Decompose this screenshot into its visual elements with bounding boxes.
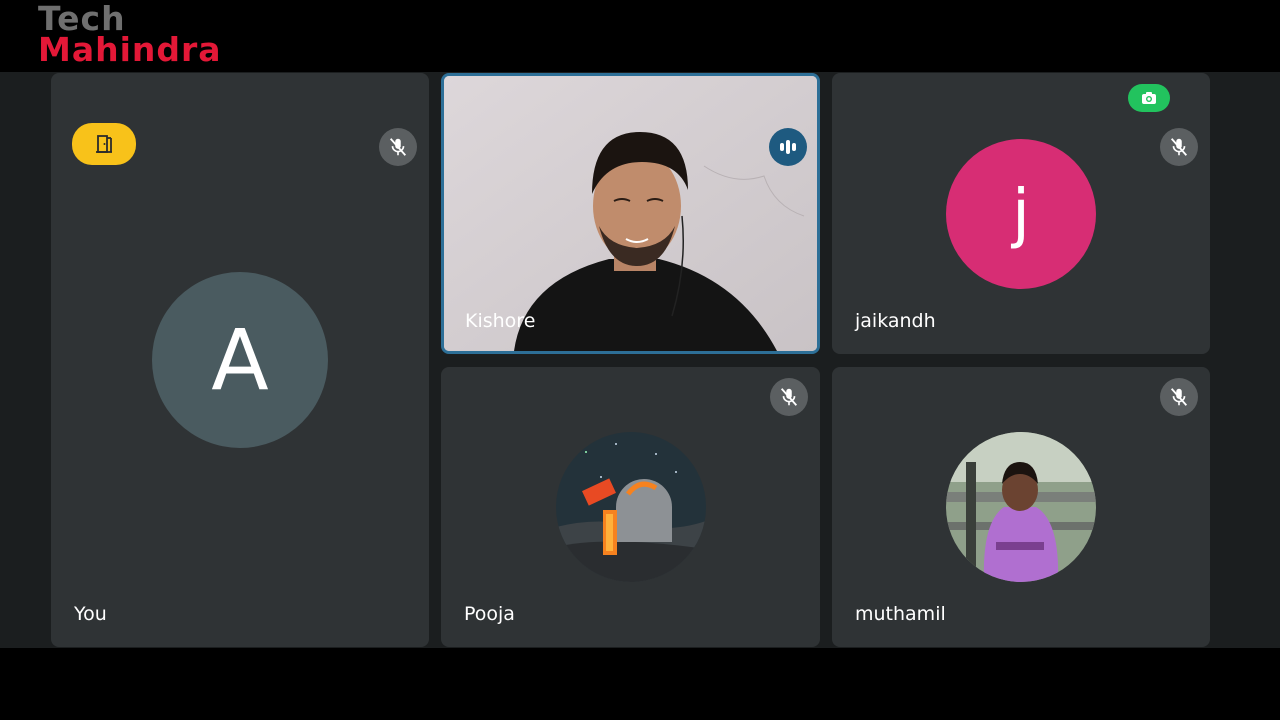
participant-name: You	[74, 603, 107, 625]
avatar: j	[946, 139, 1096, 289]
participant-tile-pooja[interactable]: Pooja	[441, 367, 820, 647]
participant-tile-you[interactable]: A You	[51, 73, 429, 647]
door-badge[interactable]	[72, 123, 136, 165]
mic-off-icon	[780, 388, 798, 406]
camera-icon	[1142, 92, 1156, 104]
participant-name: jaikandh	[855, 310, 936, 332]
mic-muted-button[interactable]	[1160, 378, 1198, 416]
camera-badge[interactable]	[1128, 84, 1170, 112]
profile-picture	[556, 432, 706, 582]
participant-name: Pooja	[464, 603, 515, 625]
avatar: A	[152, 272, 328, 448]
mic-off-icon	[1170, 138, 1188, 156]
participant-tile-muthamil[interactable]: muthamil	[832, 367, 1210, 647]
avatar-letter: A	[211, 311, 269, 409]
participant-grid: A You Kishore j jaikandh Pooja muthamil	[0, 72, 1280, 648]
participant-tile-kishore[interactable]: Kishore	[441, 73, 820, 354]
avatar-letter: j	[1012, 177, 1030, 251]
mic-off-icon	[1170, 388, 1188, 406]
mic-muted-button[interactable]	[1160, 128, 1198, 166]
tech-mahindra-logo: Tech Mahindra	[38, 2, 222, 66]
participant-name: muthamil	[855, 603, 946, 625]
speaking-indicator	[769, 128, 807, 166]
audio-wave-icon	[780, 140, 796, 154]
participant-tile-jaikandh[interactable]: j jaikandh	[832, 73, 1210, 354]
mic-muted-button[interactable]	[770, 378, 808, 416]
participant-name: Kishore	[465, 310, 536, 332]
video-call-screen: Tech Mahindra A You Kishore j jaikandh P…	[0, 0, 1280, 720]
mic-off-icon	[389, 138, 407, 156]
door-icon	[96, 135, 112, 153]
mic-muted-button[interactable]	[379, 128, 417, 166]
profile-picture	[946, 432, 1096, 582]
logo-line-2: Mahindra	[38, 30, 222, 69]
